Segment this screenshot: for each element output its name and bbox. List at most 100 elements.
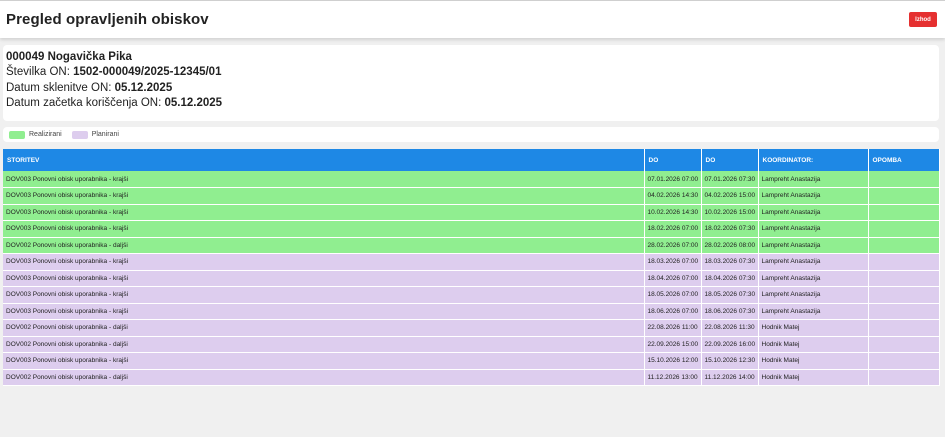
cell-coordinator: Hodnik Matej: [758, 352, 869, 370]
table-row[interactable]: DOV002 Ponovni obisk uporabnika - daljši…: [3, 336, 940, 353]
table-row[interactable]: DOV002 Ponovni obisk uporabnika - daljši…: [3, 319, 940, 337]
visits-table: STORITEV DO DO KOORDINATOR: OPOMBA DOV00…: [3, 149, 940, 386]
legend-item-done: Realizirani: [9, 130, 62, 139]
table-row[interactable]: DOV002 Ponovni obisk uporabnika - daljši…: [3, 369, 940, 386]
cell-note: [868, 303, 940, 320]
table-row[interactable]: DOV003 Ponovni obisk uporabnika - krajši…: [3, 286, 940, 304]
cell-to: 28.02.2026 08:00: [701, 237, 759, 254]
cell-note: [868, 270, 940, 287]
table-header-row: STORITEV DO DO KOORDINATOR: OPOMBA: [3, 149, 940, 171]
cell-coordinator: Lampreht Anastazija: [758, 220, 869, 238]
table-row[interactable]: DOV003 Ponovni obisk uporabnika - krajši…: [3, 303, 940, 320]
cell-coordinator: Lampreht Anastazija: [758, 303, 869, 320]
cell-to: 22.08.2026 11:30: [701, 319, 759, 337]
table-row[interactable]: DOV002 Ponovni obisk uporabnika - daljši…: [3, 237, 940, 254]
cell-from: 10.02.2026 14:30: [644, 204, 702, 221]
cell-note: [868, 171, 940, 188]
cell-service: DOV003 Ponovni obisk uporabnika - krajši: [3, 220, 645, 238]
cell-service: DOV002 Ponovni obisk uporabnika - daljši: [3, 319, 645, 337]
table-row[interactable]: DOV003 Ponovni obisk uporabnika - krajši…: [3, 270, 940, 287]
concluded-date-line: Datum sklenitve ON: 05.12.2025: [6, 82, 172, 94]
cell-from: 18.05.2026 07:00: [644, 286, 702, 304]
table-row[interactable]: DOV003 Ponovni obisk uporabnika - krajši…: [3, 187, 940, 205]
table-row[interactable]: DOV003 Ponovni obisk uporabnika - krajši…: [3, 352, 940, 370]
cell-from: 22.09.2026 15:00: [644, 336, 702, 353]
column-header-note[interactable]: OPOMBA: [868, 149, 940, 171]
table-row[interactable]: DOV003 Ponovni obisk uporabnika - krajši…: [3, 253, 940, 271]
legend: Realizirani Planirani: [3, 127, 939, 142]
cell-service: DOV003 Ponovni obisk uporabnika - krajši: [3, 171, 645, 188]
concluded-date-value: 05.12.2025: [114, 82, 173, 94]
contract-number-line: Številka ON: 1502-000049/2025-12345/01: [6, 66, 221, 78]
cell-from: 15.10.2026 12:00: [644, 352, 702, 370]
cell-from: 11.12.2026 13:00: [644, 369, 702, 386]
table-row[interactable]: DOV003 Ponovni obisk uporabnika - krajši…: [3, 171, 940, 188]
cell-from: 07.01.2026 07:00: [644, 171, 702, 188]
cell-service: DOV002 Ponovni obisk uporabnika - daljši: [3, 369, 645, 386]
cell-note: [868, 369, 940, 386]
cell-to: 15.10.2026 12:30: [701, 352, 759, 370]
cell-coordinator: Lampreht Anastazija: [758, 171, 869, 188]
legend-planned-label: Planirani: [91, 131, 119, 138]
cell-to: 18.04.2026 07:30: [701, 270, 759, 287]
cell-service: DOV003 Ponovni obisk uporabnika - krajši: [3, 253, 645, 271]
cell-from: 18.03.2026 07:00: [644, 253, 702, 271]
column-header-service[interactable]: STORITEV: [3, 149, 645, 171]
cell-note: [868, 336, 940, 353]
cell-to: 07.01.2026 07:30: [701, 171, 759, 188]
page-title: Pregled opravljenih obiskov: [6, 11, 209, 28]
exit-button[interactable]: Izhod: [909, 12, 937, 27]
client-info-card: 000049 Nogavička Pika Številka ON: 1502-…: [3, 45, 939, 121]
column-header-from[interactable]: DO: [644, 149, 702, 171]
cell-note: [868, 286, 940, 304]
cell-coordinator: Lampreht Anastazija: [758, 286, 869, 304]
cell-service: DOV003 Ponovni obisk uporabnika - krajši: [3, 270, 645, 287]
cell-to: 04.02.2026 15:00: [701, 187, 759, 205]
cell-coordinator: Hodnik Matej: [758, 336, 869, 353]
column-header-coordinator[interactable]: KOORDINATOR:: [758, 149, 869, 171]
cell-to: 18.02.2026 07:30: [701, 220, 759, 238]
cell-note: [868, 237, 940, 254]
cell-from: 18.02.2026 07:00: [644, 220, 702, 238]
top-bar: Pregled opravljenih obiskov Izhod: [0, 0, 945, 38]
cell-service: DOV003 Ponovni obisk uporabnika - krajši: [3, 352, 645, 370]
table-row[interactable]: DOV003 Ponovni obisk uporabnika - krajši…: [3, 220, 940, 238]
cell-note: [868, 352, 940, 370]
cell-service: DOV002 Ponovni obisk uporabnika - daljši: [3, 237, 645, 254]
cell-to: 18.06.2026 07:30: [701, 303, 759, 320]
cell-service: DOV003 Ponovni obisk uporabnika - krajši: [3, 303, 645, 320]
cell-service: DOV003 Ponovni obisk uporabnika - krajši: [3, 187, 645, 205]
cell-coordinator: Lampreht Anastazija: [758, 253, 869, 271]
cell-service: DOV002 Ponovni obisk uporabnika - daljši: [3, 336, 645, 353]
cell-coordinator: Hodnik Matej: [758, 319, 869, 337]
table-row[interactable]: DOV003 Ponovni obisk uporabnika - krajši…: [3, 204, 940, 221]
cell-coordinator: Lampreht Anastazija: [758, 270, 869, 287]
cell-to: 10.02.2026 15:00: [701, 204, 759, 221]
start-date-value: 05.12.2025: [164, 97, 223, 109]
cell-note: [868, 319, 940, 337]
cell-coordinator: Lampreht Anastazija: [758, 204, 869, 221]
done-swatch: [9, 130, 25, 139]
cell-to: 18.03.2026 07:30: [701, 253, 759, 271]
cell-coordinator: Lampreht Anastazija: [758, 237, 869, 254]
cell-service: DOV003 Ponovni obisk uporabnika - krajši: [3, 204, 645, 221]
cell-from: 28.02.2026 07:00: [644, 237, 702, 254]
cell-from: 22.08.2026 11:00: [644, 319, 702, 337]
start-date-label: Datum začetka koriščenja ON:: [6, 97, 165, 109]
legend-item-planned: Planirani: [71, 130, 119, 139]
cell-service: DOV003 Ponovni obisk uporabnika - krajši: [3, 286, 645, 304]
client-name: 000049 Nogavička Pika: [6, 51, 132, 63]
concluded-date-label: Datum sklenitve ON:: [6, 82, 115, 94]
planned-swatch: [71, 130, 88, 139]
cell-from: 18.04.2026 07:00: [644, 270, 702, 287]
cell-to: 22.09.2026 16:00: [701, 336, 759, 353]
cell-from: 04.02.2026 14:30: [644, 187, 702, 205]
start-date-line: Datum začetka koriščenja ON: 05.12.2025: [6, 97, 222, 109]
cell-coordinator: Lampreht Anastazija: [758, 187, 869, 205]
cell-note: [868, 220, 940, 238]
contract-number-label: Številka ON:: [6, 66, 74, 78]
column-header-to[interactable]: DO: [701, 149, 759, 171]
cell-note: [868, 187, 940, 205]
cell-note: [868, 253, 940, 271]
cell-to: 11.12.2026 14:00: [701, 369, 759, 386]
